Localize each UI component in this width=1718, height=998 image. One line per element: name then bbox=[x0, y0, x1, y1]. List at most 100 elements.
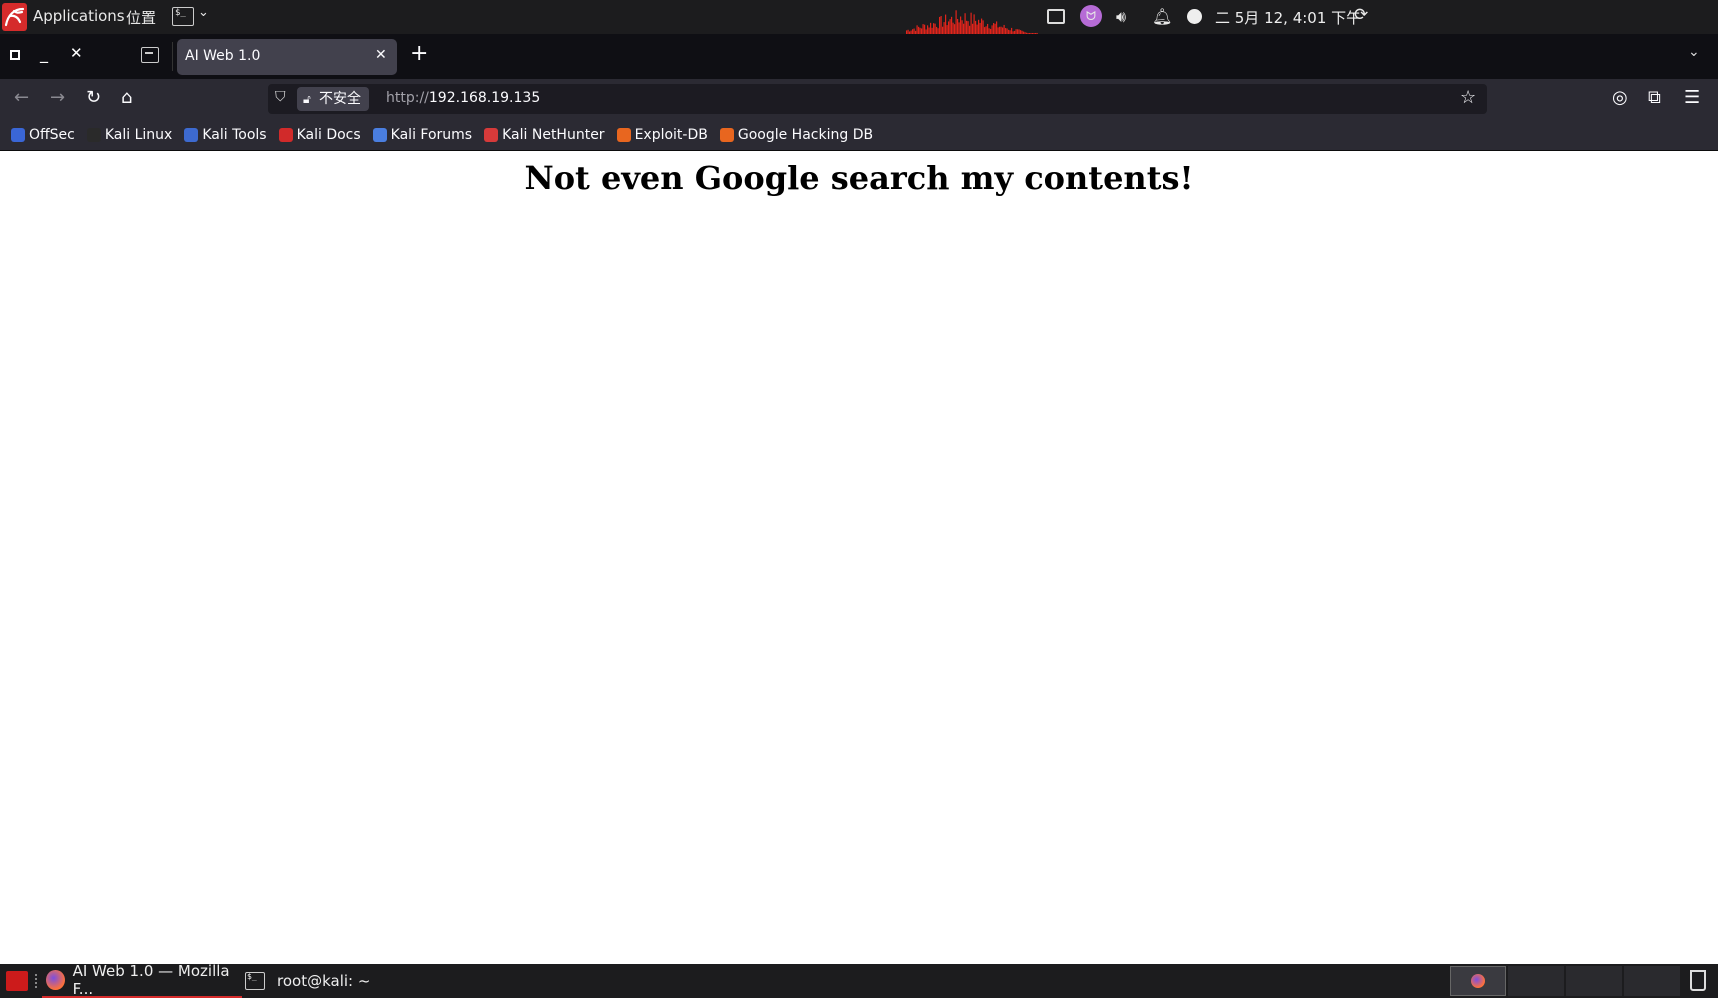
applications-menu[interactable]: Applications bbox=[33, 7, 125, 25]
cpu-graph-bar bbox=[948, 21, 950, 34]
cpu-graph-bar bbox=[978, 19, 980, 34]
cpu-graph-bar bbox=[922, 24, 924, 34]
firefox-icon bbox=[46, 970, 65, 990]
cpu-graph-bar bbox=[964, 13, 966, 34]
cpu-graph-bar bbox=[945, 14, 947, 34]
cpu-graph-bar bbox=[984, 27, 986, 34]
trash-icon[interactable] bbox=[1690, 970, 1706, 991]
cpu-graph-bar bbox=[975, 20, 977, 34]
cpu-graph-bar bbox=[933, 23, 935, 34]
bookmark-item[interactable]: Kali Linux bbox=[86, 119, 173, 150]
system-top-panel: Applications 位置 $_ ⌄ ᗢ 🔊︎ 🔔︎ 二 5月 12, 4:… bbox=[0, 0, 1718, 34]
cpu-graph-bar bbox=[951, 16, 953, 34]
volume-icon[interactable]: 🔊︎ bbox=[1116, 7, 1126, 27]
cpu-graph-bar bbox=[967, 21, 969, 34]
bookmark-label: Google Hacking DB bbox=[737, 126, 874, 143]
cpu-graph-bar bbox=[972, 23, 974, 34]
cpu-graph-bar bbox=[985, 26, 987, 34]
cpu-graph-bar bbox=[961, 20, 963, 34]
page-heading: Not even Google search my contents! bbox=[524, 159, 1194, 197]
divider bbox=[172, 42, 173, 71]
power-icon[interactable]: ⟳ bbox=[1354, 5, 1368, 25]
cpu-graph-bar bbox=[940, 16, 942, 34]
bookmark-label: Kali Tools bbox=[202, 126, 267, 143]
cpu-graph-bar bbox=[927, 25, 929, 34]
maximize-window-icon[interactable] bbox=[10, 50, 20, 60]
bookmark-label: Kali Linux bbox=[104, 126, 173, 143]
clock[interactable]: 二 5月 12, 4:01 下午 bbox=[1215, 7, 1361, 28]
bookmark-favicon-icon bbox=[184, 127, 199, 142]
cpu-graph-bar bbox=[957, 18, 959, 34]
bookmark-item[interactable]: Kali Tools bbox=[184, 119, 267, 150]
browser-tab-strip: _ ✕ AI Web 1.0 ✕ + ⌄ bbox=[0, 34, 1718, 79]
cpu-graph-bar bbox=[958, 22, 960, 34]
navigation-toolbar: ← → ↻ ⌂ ⛉ 🔓︎ 不安全 http://192.168.19.135 ☆… bbox=[0, 79, 1718, 119]
cpu-graph-bar bbox=[970, 12, 972, 34]
kali-menu-icon[interactable] bbox=[2, 3, 27, 31]
site-security-badge[interactable]: 🔓︎ 不安全 bbox=[297, 87, 369, 111]
workspace-3[interactable] bbox=[1566, 966, 1622, 996]
back-arrow-icon[interactable]: ← bbox=[14, 87, 29, 108]
account-icon[interactable]: ◎ bbox=[1612, 87, 1628, 108]
workspace-4[interactable] bbox=[1624, 966, 1680, 996]
bookmark-item[interactable]: Kali NetHunter bbox=[484, 119, 605, 150]
tab-ai-web[interactable]: AI Web 1.0 ✕ bbox=[177, 39, 397, 75]
show-desktop-icon[interactable] bbox=[6, 971, 28, 991]
close-tab-icon[interactable]: ✕ bbox=[375, 47, 387, 63]
cpu-graph-bar bbox=[939, 16, 941, 34]
display-icon[interactable] bbox=[1047, 9, 1065, 24]
bookmark-item[interactable]: Exploit-DB bbox=[616, 119, 708, 150]
places-menu[interactable]: 位置 bbox=[126, 7, 156, 28]
home-icon[interactable]: ⌂ bbox=[121, 87, 132, 108]
cpu-graph-bar bbox=[966, 20, 968, 34]
url-bar[interactable]: ⛉ 🔓︎ 不安全 http://192.168.19.135 ☆ bbox=[268, 84, 1487, 114]
new-tab-button[interactable]: + bbox=[410, 41, 428, 66]
chevron-down-icon[interactable]: ⌄ bbox=[198, 5, 209, 20]
bookmark-item[interactable]: OffSec bbox=[11, 119, 75, 150]
terminal-launcher-icon[interactable]: $_ bbox=[172, 7, 194, 26]
bookmark-favicon-icon bbox=[616, 127, 631, 142]
bookmarks-toolbar: OffSec Kali Linux Kali Tools Kali Docs Kali … bbox=[0, 119, 1718, 151]
bookmark-item[interactable]: Google Hacking DB bbox=[719, 119, 874, 150]
status-indicator-icon[interactable] bbox=[1187, 9, 1202, 24]
bookmark-item[interactable]: Kali Docs bbox=[278, 119, 361, 150]
terminal-icon: $_ bbox=[245, 972, 265, 990]
taskbar-firefox-window[interactable]: AI Web 1.0 — Mozilla F... bbox=[42, 962, 242, 998]
cpu-graph-bar bbox=[943, 22, 945, 34]
insecure-lock-icon: 🔓︎ bbox=[303, 92, 311, 106]
notification-bell-icon[interactable]: 🔔︎ bbox=[1152, 7, 1172, 26]
cpu-graph-bar bbox=[952, 22, 954, 34]
cpu-graph-bar bbox=[918, 26, 920, 34]
workspace-1[interactable] bbox=[1450, 966, 1506, 996]
url-host: 192.168.19.135 bbox=[428, 90, 541, 106]
taskbar-terminal-label: root@kali: ~ bbox=[277, 972, 371, 990]
reload-icon[interactable]: ↻ bbox=[86, 87, 101, 108]
bookmark-label: Kali NetHunter bbox=[502, 126, 605, 143]
extensions-puzzle-icon[interactable]: ⧉ bbox=[1648, 87, 1661, 108]
taskbar-grip bbox=[35, 974, 38, 988]
cat-avatar-icon[interactable]: ᗢ bbox=[1080, 5, 1102, 27]
cpu-graph-bar bbox=[987, 23, 989, 34]
cpu-graph-bar bbox=[993, 23, 995, 34]
tracking-shield-icon[interactable]: ⛉ bbox=[275, 89, 286, 105]
list-all-tabs-chevron-icon[interactable]: ⌄ bbox=[1688, 44, 1700, 60]
tab-list-icon[interactable] bbox=[141, 47, 159, 63]
cpu-graph-bar bbox=[979, 22, 981, 34]
bookmark-favicon-icon bbox=[278, 127, 293, 142]
cpu-graph-bar bbox=[942, 26, 944, 34]
close-window-icon[interactable]: ✕ bbox=[70, 44, 83, 62]
bookmark-star-icon[interactable]: ☆ bbox=[1460, 87, 1476, 108]
taskbar-terminal-window[interactable]: $_ root@kali: ~ bbox=[245, 964, 370, 998]
cpu-graph-bar bbox=[1003, 24, 1005, 34]
bookmark-item[interactable]: Kali Forums bbox=[372, 119, 472, 150]
cpu-graph-bar bbox=[963, 23, 965, 34]
workspace-2[interactable] bbox=[1508, 966, 1564, 996]
url-text[interactable]: http://192.168.19.135 bbox=[386, 90, 540, 106]
cpu-graph-bar bbox=[924, 24, 926, 34]
cpu-graph-bar bbox=[946, 25, 948, 34]
minimize-window-icon[interactable]: _ bbox=[40, 44, 48, 63]
forward-arrow-icon[interactable]: → bbox=[50, 87, 65, 108]
hamburger-menu-icon[interactable]: ☰ bbox=[1684, 87, 1700, 108]
cpu-graph-bar bbox=[997, 27, 999, 34]
cpu-graph-bar bbox=[936, 26, 938, 34]
